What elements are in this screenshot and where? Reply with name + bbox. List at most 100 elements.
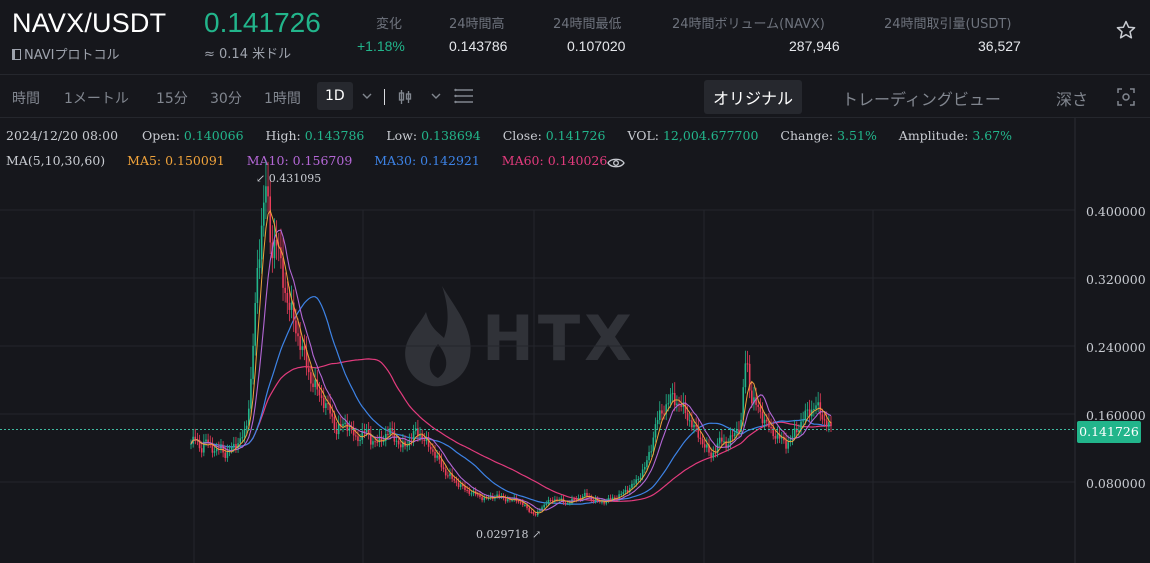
candle-body	[643, 466, 646, 470]
candle-body	[477, 494, 479, 496]
candle-body	[793, 428, 796, 437]
candle-body	[770, 427, 772, 429]
change-label: 変化	[376, 17, 403, 32]
low-24h-label: 24時間最低	[553, 17, 622, 32]
candle-body	[729, 435, 732, 445]
candle-body	[547, 499, 550, 504]
candle-body	[376, 441, 379, 443]
candle-body	[744, 363, 747, 388]
candle-body	[656, 420, 659, 425]
candle-body	[303, 346, 306, 351]
chevron-down-icon[interactable]	[431, 92, 441, 100]
candle-body	[310, 372, 312, 384]
candle-body	[506, 499, 509, 502]
candle-body	[761, 411, 764, 424]
candle-body	[224, 452, 227, 458]
candle-body	[601, 501, 603, 503]
candle-body	[759, 406, 762, 412]
candle-body	[399, 444, 402, 448]
candle-body	[821, 414, 824, 420]
fullscreen-icon[interactable]	[1117, 88, 1135, 106]
candle-body	[432, 449, 434, 452]
candle-body	[620, 493, 623, 495]
candle-body	[813, 409, 815, 411]
interval-1h[interactable]: 1時間	[264, 88, 301, 108]
view-depth-tab[interactable]: 深さ	[1056, 86, 1088, 110]
price-chart[interactable]	[0, 118, 1150, 563]
candle-body	[802, 420, 804, 422]
candle-body	[444, 469, 447, 476]
candle-type-icon[interactable]	[398, 89, 412, 105]
candle-body	[772, 427, 775, 437]
chevron-down-icon[interactable]	[362, 92, 372, 100]
candle-body	[817, 402, 819, 406]
candle-body	[447, 475, 449, 477]
candle-body	[691, 420, 693, 428]
candle-body	[573, 498, 575, 500]
candle-body	[468, 490, 471, 494]
candle-body	[243, 429, 246, 438]
candle-body	[284, 287, 286, 294]
candle-body	[699, 437, 702, 440]
interval-time[interactable]: 時間	[12, 88, 40, 108]
indicator-menu-icon[interactable]	[454, 87, 474, 105]
candle-body	[260, 225, 263, 260]
candle-body	[457, 482, 460, 487]
interval-30m[interactable]: 30分	[210, 88, 242, 108]
candle-body	[648, 452, 650, 461]
candle-body	[479, 494, 481, 498]
candle-body	[714, 452, 717, 454]
candle-body	[295, 320, 297, 334]
protocol-name: NAVIプロトコル	[12, 44, 120, 63]
favorite-star-icon[interactable]	[1116, 20, 1136, 40]
candle-body	[245, 425, 248, 430]
candle-body	[686, 413, 689, 421]
candle-body	[470, 493, 473, 495]
candle-body	[282, 258, 284, 288]
book-icon	[12, 49, 21, 60]
candle-body	[609, 498, 612, 500]
candle-body	[530, 511, 533, 513]
candle-body	[654, 424, 657, 438]
candle-body	[312, 383, 314, 388]
trading-pair[interactable]: NAVX/USDT	[12, 8, 166, 39]
candle-body	[215, 448, 218, 452]
toolbar-divider	[384, 89, 385, 105]
candle-body	[539, 510, 541, 512]
candle-body	[661, 410, 663, 414]
ma30-path	[190, 296, 832, 505]
market-header: NAVX/USDT NAVIプロトコル 0.141726 ≈ 0.14 米ドル …	[0, 0, 1150, 70]
candle-body	[406, 445, 408, 447]
y-tick-0.32: 0.320000	[1086, 272, 1146, 287]
turnover-24h-value: 36,527	[978, 38, 1021, 54]
candle-body	[331, 413, 334, 417]
candle-body	[673, 393, 676, 406]
candle-body	[669, 394, 672, 404]
candle-body	[701, 439, 704, 445]
view-original-tab[interactable]: オリジナル	[704, 80, 803, 114]
candle-body	[804, 410, 807, 421]
candle-body	[453, 478, 456, 481]
candle-body	[517, 501, 520, 503]
ma10-path	[190, 229, 832, 511]
candle-body	[603, 501, 605, 504]
candle-body	[584, 492, 586, 497]
candle-body	[466, 490, 468, 492]
candle-body	[825, 420, 828, 427]
candle-body	[524, 504, 526, 506]
candle-body	[718, 437, 721, 444]
candle-body	[733, 433, 736, 436]
view-tradingview-tab[interactable]: トレーディングビュー	[842, 86, 1001, 110]
candle-body	[254, 303, 257, 346]
chart-toolbar: 時間 1メートル 15分 30分 1時間 1D オリジナル トレーディングビュー…	[0, 74, 1150, 118]
interval-1m[interactable]: 1メートル	[64, 88, 129, 108]
candle-body	[624, 489, 627, 493]
interval-15m[interactable]: 15分	[156, 88, 188, 108]
candle-body	[387, 433, 389, 435]
candle-body	[785, 440, 787, 449]
candle-body	[359, 439, 361, 442]
fiat-price: ≈ 0.14 米ドル	[204, 47, 292, 62]
interval-1d[interactable]: 1D	[317, 82, 353, 110]
chart-grid	[0, 118, 1076, 563]
candle-body	[250, 378, 252, 409]
